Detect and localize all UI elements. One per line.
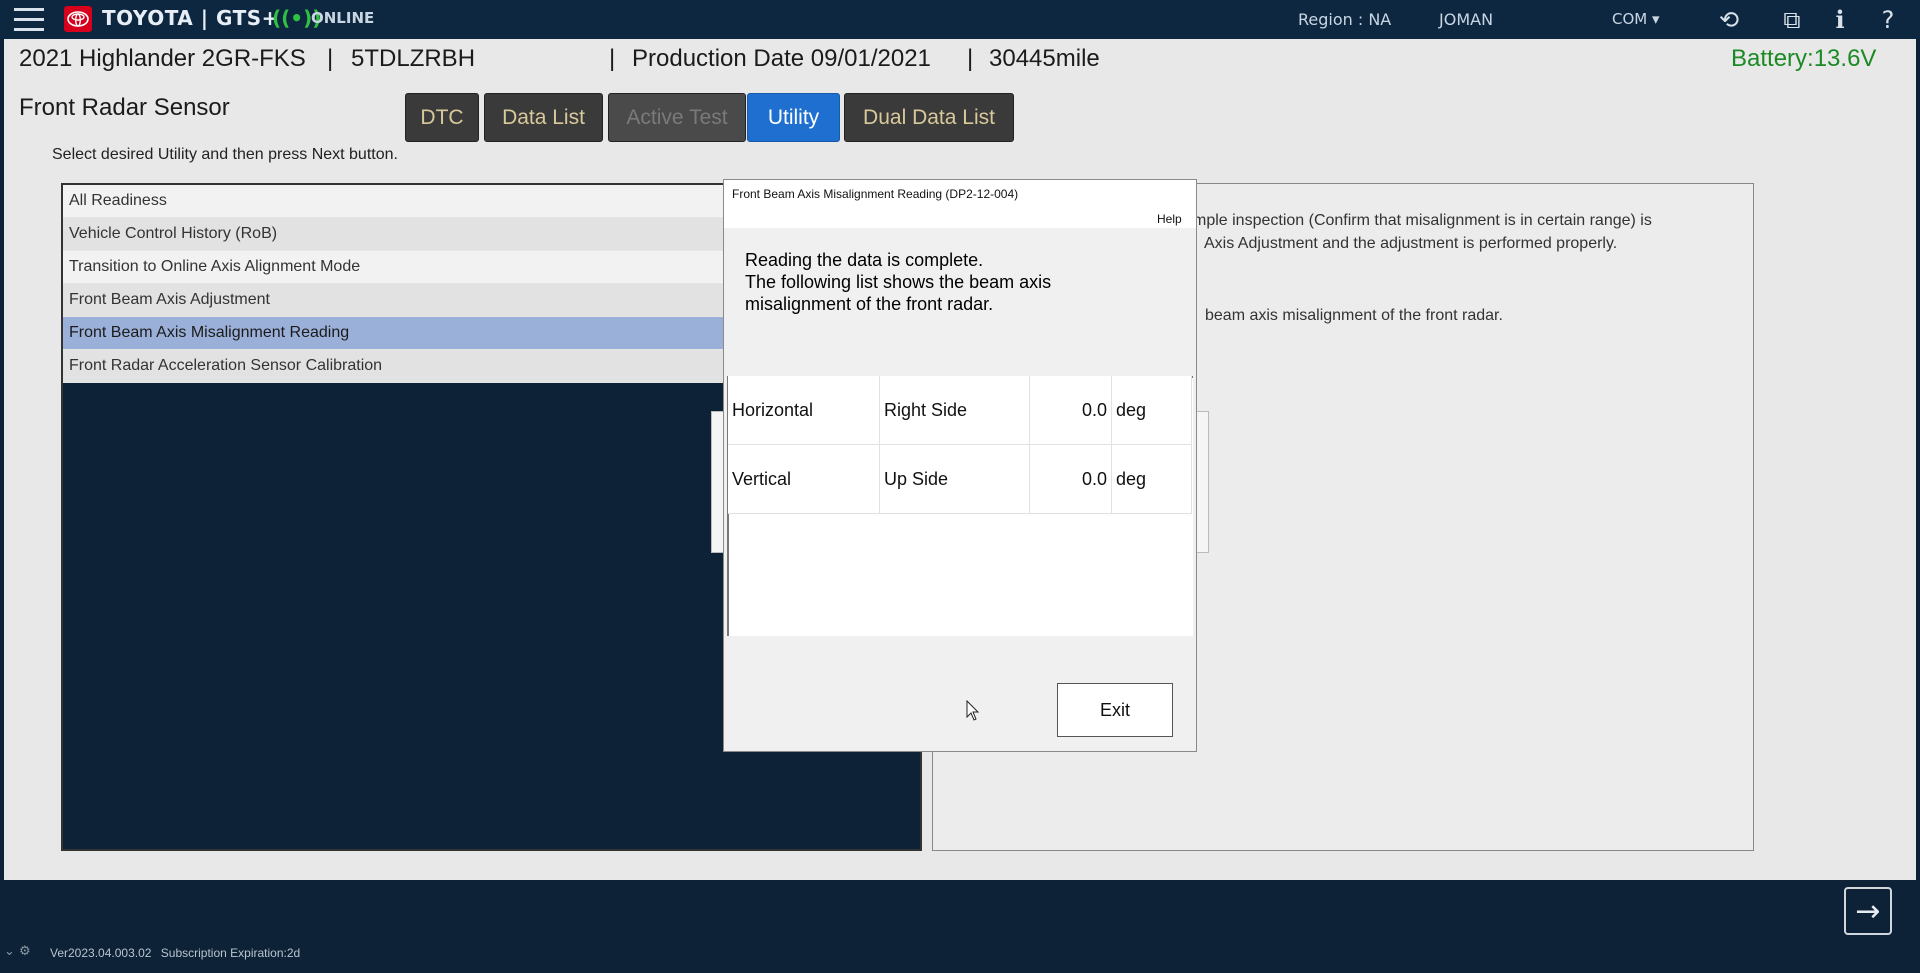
value-cell: 0.0 (1029, 376, 1112, 445)
separator: | (609, 45, 616, 72)
separator: | (327, 45, 334, 72)
user-name: JOMAN (1439, 10, 1494, 29)
table-row: Vertical Up Side 0.0 deg (728, 444, 1192, 514)
side-cell: Right Side (879, 376, 1030, 445)
production-date: Production Date 09/01/2021 (632, 45, 931, 72)
account-dropdown[interactable]: COM ▾ (1612, 10, 1660, 28)
system-title: Front Radar Sensor (19, 94, 230, 121)
app-brand: TOYOTA | GTS+ (102, 6, 279, 30)
vehicle-vin: 5TDLZRBH (351, 45, 476, 72)
top-bar: TOYOTA | GTS+ ((•)) ONLINE Region : NA J… (0, 0, 1920, 39)
axis-cell: Horizontal (728, 376, 880, 445)
dialog-message: Reading the data is complete. (745, 250, 984, 270)
dialog-message: The following list shows the beam axis (745, 272, 1052, 292)
side-cell: Up Side (879, 444, 1030, 514)
description-text: beam axis misalignment of the front rada… (1205, 307, 1503, 324)
unit-cell: deg (1111, 444, 1192, 514)
menu-icon[interactable] (14, 8, 44, 32)
mouse-cursor-icon (966, 700, 980, 721)
help-icon[interactable]: ? (1873, 5, 1903, 35)
value-cell: 0.0 (1029, 444, 1112, 514)
external-link-icon[interactable]: ⧉ (1777, 5, 1807, 35)
connection-status: ONLINE (311, 9, 375, 27)
unit-cell: deg (1111, 376, 1192, 445)
status-bar: Ver2023.04.003.02 Subscription Expiratio… (10, 946, 300, 960)
next-button[interactable]: → (1844, 887, 1892, 935)
toyota-logo (64, 6, 92, 32)
dialog-message: misalignment of the front radar. (745, 294, 994, 314)
mileage: 30445mile (989, 45, 1100, 72)
arrow-right-icon: → (1855, 894, 1881, 929)
exit-button[interactable]: Exit (1057, 683, 1173, 737)
dialog-title: Front Beam Axis Misalignment Reading (DP… (732, 187, 1019, 201)
battery-voltage: Battery:13.6V (1731, 45, 1877, 72)
tab-dtc[interactable]: DTC (405, 93, 479, 142)
table-row: Horizontal Right Side 0.0 deg (728, 376, 1192, 445)
axis-cell: Vertical (728, 444, 880, 514)
tab-dual-data-list[interactable]: Dual Data List (844, 93, 1014, 142)
instruction-text: Select desired Utility and then press Ne… (52, 146, 398, 163)
region-label: Region : NA (1298, 10, 1392, 29)
tab-data-list[interactable]: Data List (484, 93, 603, 142)
help-link[interactable]: Help (1157, 212, 1182, 226)
vehicle-model: 2021 Highlander 2GR-FKS (19, 45, 306, 72)
version-text: Ver2023.04.003.02 (50, 946, 152, 960)
subscription-text: Subscription Expiration:2d (160, 946, 301, 960)
history-icon[interactable]: ⟲ (1714, 5, 1744, 35)
misalignment-dialog: Front Beam Axis Misalignment Reading (DP… (723, 179, 1197, 752)
description-text: mple inspection (Confirm that misalignme… (1193, 212, 1652, 229)
info-icon[interactable]: i (1825, 5, 1855, 35)
results-table: Horizontal Right Side 0.0 deg Vertical U… (728, 376, 1192, 514)
separator: | (967, 45, 974, 72)
description-text: Axis Adjustment and the adjustment is pe… (1204, 235, 1618, 252)
tab-active-test: Active Test (608, 93, 746, 142)
tab-utility[interactable]: Utility (747, 93, 840, 142)
